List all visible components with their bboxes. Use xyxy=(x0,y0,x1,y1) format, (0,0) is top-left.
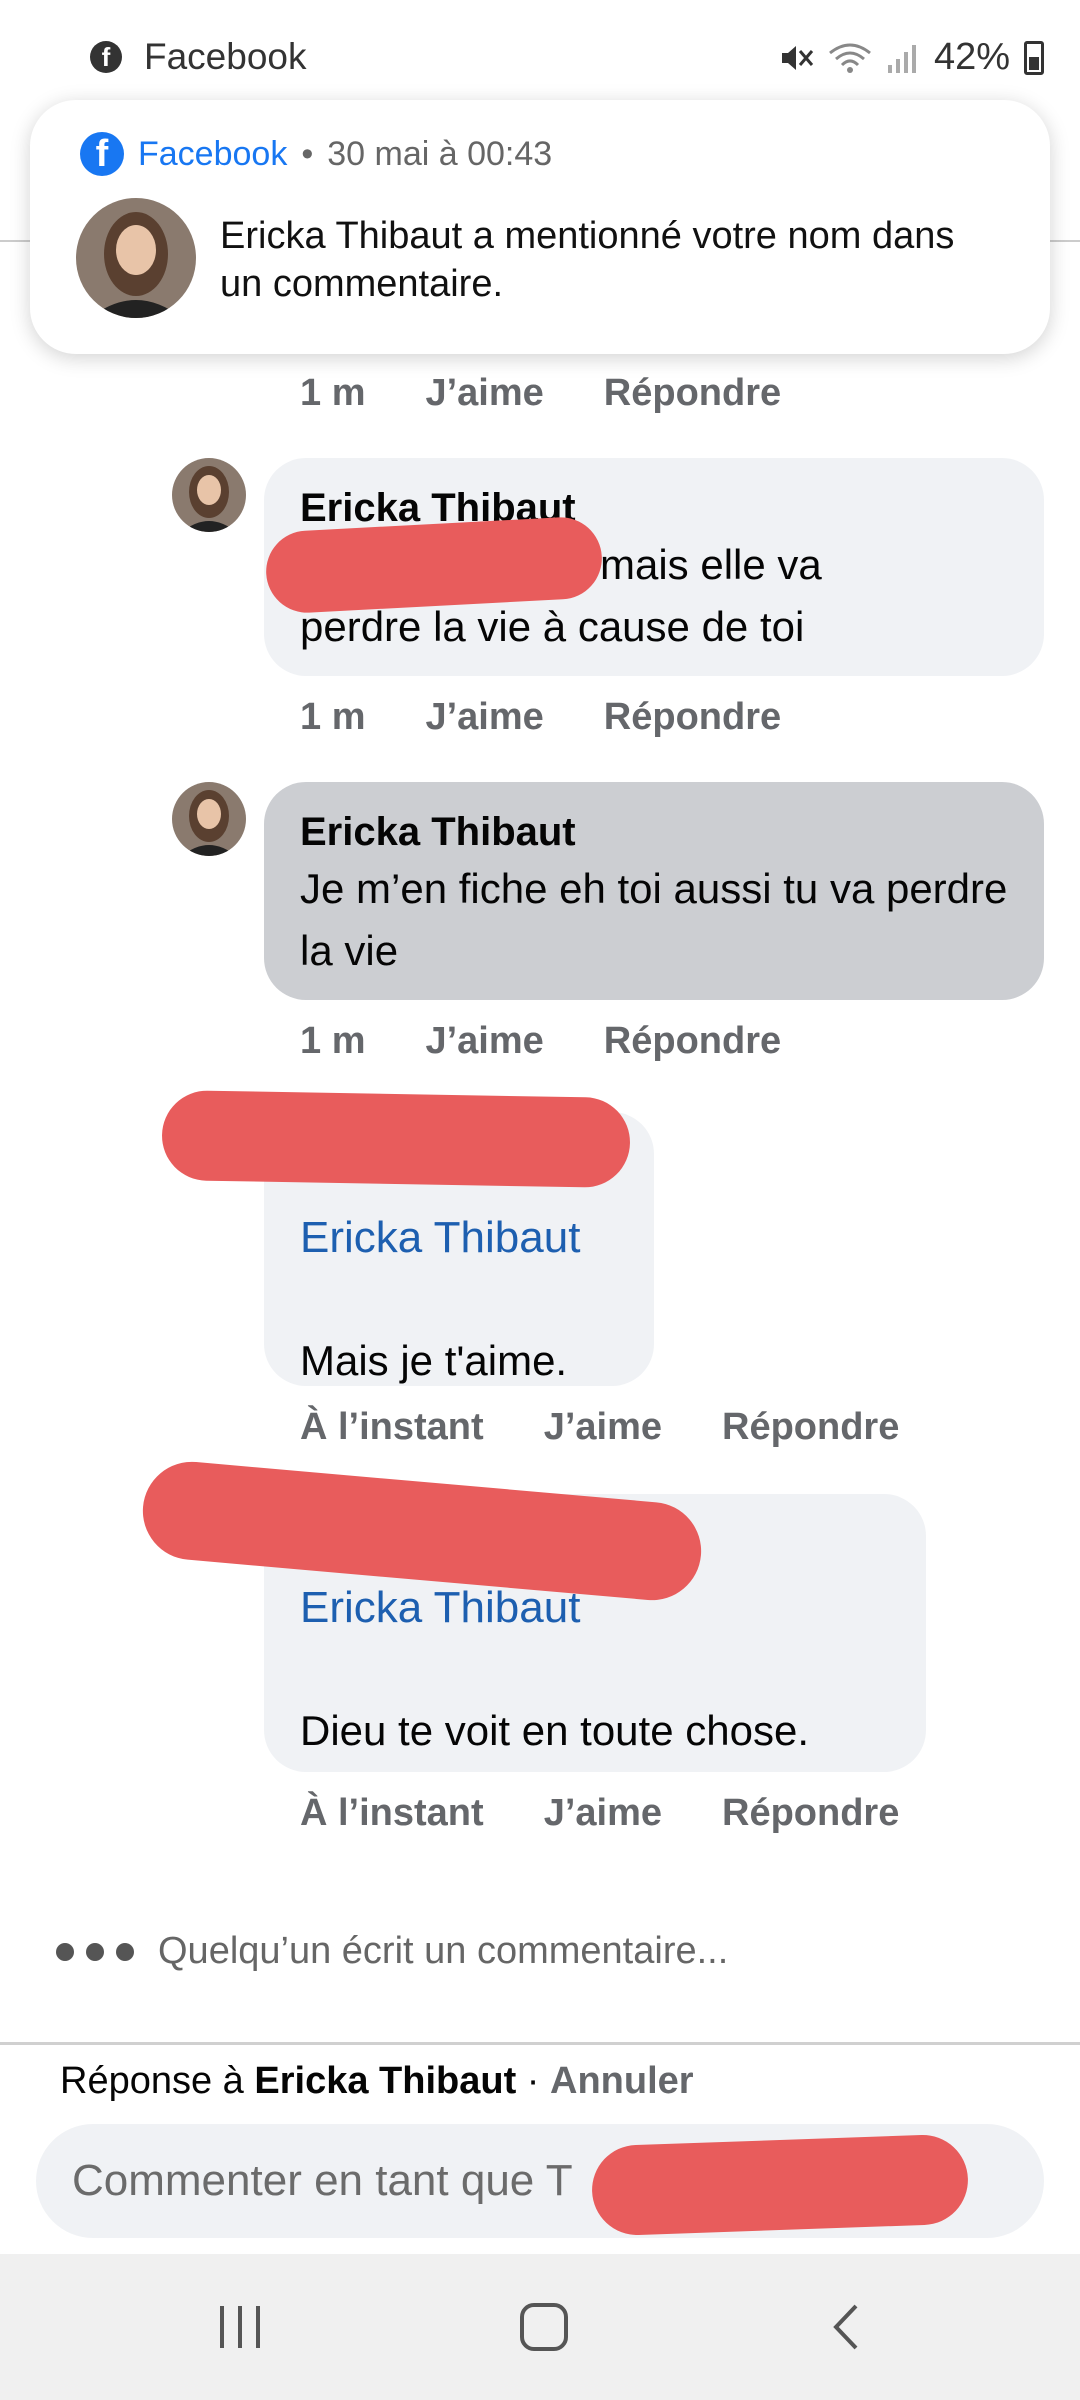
comment-time: À l’instant xyxy=(300,1406,484,1448)
like-button[interactable]: J’aime xyxy=(544,1406,662,1449)
reply-target-name: Ericka Thibaut xyxy=(254,2060,517,2102)
mute-icon xyxy=(781,45,814,70)
status-indicators: 42% xyxy=(778,36,1044,79)
comment-actions: 1 m J’aime Répondre xyxy=(300,372,781,415)
reply-separator: · xyxy=(526,2060,540,2102)
redaction-mark xyxy=(264,515,604,615)
notification-app-name: Facebook xyxy=(138,134,288,173)
status-app-name: Facebook xyxy=(144,36,307,77)
navigation-bar xyxy=(0,2254,1080,2400)
comment-time: À l’instant xyxy=(300,1792,484,1834)
composer-divider xyxy=(0,2042,1080,2045)
redaction-mark xyxy=(161,1089,631,1189)
comment-text: Mais je t'aime. xyxy=(300,1337,568,1384)
notification-card[interactable]: f Facebook • 30 mai à 00:43 Ericka Thiba… xyxy=(30,100,1050,354)
typing-dots-icon xyxy=(56,1942,134,1961)
reply-button[interactable]: Répondre xyxy=(722,1406,899,1449)
avatar[interactable] xyxy=(172,782,246,856)
redaction-mark xyxy=(590,2133,970,2237)
reply-button[interactable]: Répondre xyxy=(722,1792,899,1835)
reply-button[interactable]: Répondre xyxy=(604,696,781,739)
facebook-icon: f xyxy=(90,41,122,73)
mention-link[interactable]: Ericka Thibaut xyxy=(300,1208,618,1268)
like-button[interactable]: J’aime xyxy=(425,372,543,415)
comment-text: Je m’en fiche eh toi aussi tu va perdre … xyxy=(300,865,1008,974)
facebook-icon: f xyxy=(80,132,124,176)
reply-button[interactable]: Répondre xyxy=(604,372,781,415)
home-icon xyxy=(520,2303,568,2351)
wifi-icon xyxy=(829,43,871,73)
recent-apps-button[interactable] xyxy=(200,2294,280,2360)
notification-time: 30 mai à 00:43 xyxy=(327,134,553,173)
notification-text: Ericka Thibaut a mentionné votre nom dan… xyxy=(220,215,955,305)
avatar xyxy=(76,198,196,318)
comment-actions: 1 m J’aime Répondre xyxy=(300,1020,781,1063)
signal-icon xyxy=(887,44,916,73)
comment-actions: À l’instant J’aime Répondre xyxy=(300,1792,899,1835)
cancel-reply-button[interactable]: Annuler xyxy=(550,2060,694,2102)
comment-time: 1 m xyxy=(300,372,366,414)
battery-percentage: 42% xyxy=(933,36,1010,78)
typing-indicator: Quelqu’un écrit un commentaire... xyxy=(56,1930,728,1973)
comment-bubble[interactable]: Ericka Thibaut Je m’en fiche eh toi auss… xyxy=(264,782,1044,1000)
like-button[interactable]: J’aime xyxy=(544,1792,662,1835)
reply-context-bar: Réponse à Ericka Thibaut · Annuler xyxy=(60,2060,694,2103)
recent-apps-icon xyxy=(220,2306,260,2348)
reply-button[interactable]: Répondre xyxy=(604,1020,781,1063)
like-button[interactable]: J’aime xyxy=(425,696,543,739)
comment-actions: À l’instant J’aime Répondre xyxy=(300,1406,899,1449)
comment-text: Dieu te voit en toute chose. xyxy=(300,1707,809,1754)
status-bar: f Facebook 42% xyxy=(0,0,1080,110)
notification-header: f Facebook • 30 mai à 00:43 xyxy=(80,132,552,176)
reply-prefix: Réponse à xyxy=(60,2060,244,2102)
status-notification-app: f Facebook xyxy=(90,36,307,78)
notification-separator: • xyxy=(301,134,314,173)
comment-input-placeholder: Commenter en tant que T xyxy=(72,2156,573,2205)
typing-text: Quelqu’un écrit un commentaire... xyxy=(158,1930,729,1972)
comment-time: 1 m xyxy=(300,1020,366,1062)
home-button[interactable] xyxy=(504,2294,584,2360)
comment-time: 1 m xyxy=(300,696,366,738)
comment-author[interactable]: Ericka Thibaut xyxy=(300,806,1008,858)
like-button[interactable]: J’aime xyxy=(425,1020,543,1063)
avatar[interactable] xyxy=(172,458,246,532)
back-button[interactable] xyxy=(806,2294,886,2360)
back-icon xyxy=(833,2304,858,2350)
battery-icon xyxy=(1024,40,1044,75)
comment-actions: 1 m J’aime Répondre xyxy=(300,696,781,739)
